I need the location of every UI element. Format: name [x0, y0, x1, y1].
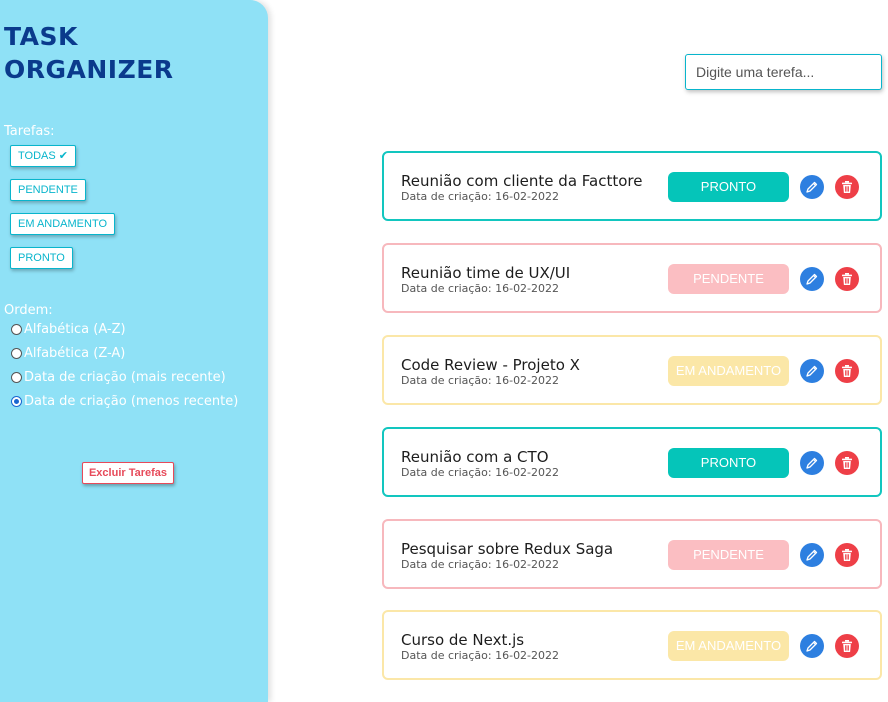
edit-button[interactable]	[800, 451, 824, 475]
filter-label: Tarefas:	[4, 124, 55, 139]
radio-button[interactable]	[11, 371, 22, 383]
delete-button[interactable]	[835, 359, 859, 383]
order-option-label: Data de criação (menos recente)	[24, 393, 239, 409]
order-option-za[interactable]: Alfabética (Z-A)	[11, 344, 125, 362]
order-option-label: Alfabética (Z-A)	[24, 345, 126, 361]
pencil-icon	[806, 365, 818, 377]
edit-button[interactable]	[800, 543, 824, 567]
app-title-line2: ORGANIZER	[4, 55, 174, 84]
task-card: Reunião com a CTO Data de criação: 16-02-…	[382, 427, 882, 497]
app-title: TASK ORGANIZER	[4, 20, 174, 86]
delete-button[interactable]	[835, 543, 859, 567]
pencil-icon	[806, 181, 818, 193]
edit-button[interactable]	[800, 359, 824, 383]
task-card: Reunião com cliente da Facttore Data de c…	[382, 151, 882, 221]
task-card: Pesquisar sobre Redux Saga Data de criaçã…	[382, 519, 882, 589]
task-date: Data de criação: 16-02-2022	[401, 649, 560, 662]
task-title: Curso de Next.js	[401, 631, 525, 649]
app-title-line1: TASK	[4, 22, 78, 51]
pencil-icon	[806, 640, 818, 652]
task-title: Pesquisar sobre Redux Saga	[401, 540, 614, 558]
order-option-label: Alfabética (A-Z)	[24, 321, 126, 337]
trash-icon	[842, 640, 852, 652]
order-option-date-oldest[interactable]: Data de criação (menos recente)	[11, 392, 238, 410]
radio-button[interactable]	[11, 347, 22, 359]
status-button[interactable]: EM ANDAMENTO	[668, 631, 789, 661]
order-option-label: Data de criação (mais recente)	[24, 369, 226, 385]
filter-em-andamento-button[interactable]: EM ANDAMENTO	[10, 213, 116, 235]
task-date: Data de criação: 16-02-2022	[401, 558, 560, 571]
task-date: Data de criação: 16-02-2022	[401, 374, 560, 387]
radio-button[interactable]	[11, 323, 22, 335]
task-date: Data de criação: 16-02-2022	[401, 190, 560, 203]
task-date: Data de criação: 16-02-2022	[401, 282, 560, 295]
delete-button[interactable]	[835, 451, 859, 475]
status-button[interactable]: PRONTO	[668, 172, 789, 202]
status-button[interactable]: PENDENTE	[668, 264, 789, 294]
edit-button[interactable]	[800, 175, 824, 199]
trash-icon	[842, 457, 852, 469]
edit-button[interactable]	[800, 267, 824, 291]
filter-todas-button[interactable]: TODAS ✔	[10, 145, 76, 167]
status-button[interactable]: PRONTO	[668, 448, 789, 478]
task-title: Reunião time de UX/UI	[401, 264, 571, 282]
edit-button[interactable]	[800, 634, 824, 658]
trash-icon	[842, 365, 852, 377]
pencil-icon	[806, 549, 818, 561]
delete-button[interactable]	[835, 634, 859, 658]
pencil-icon	[806, 273, 818, 285]
task-title: Code Review - Projeto X	[401, 356, 580, 374]
order-label: Ordem:	[4, 303, 53, 318]
trash-icon	[842, 273, 852, 285]
order-option-date-recent[interactable]: Data de criação (mais recente)	[11, 368, 226, 386]
task-input[interactable]	[685, 54, 882, 90]
task-date: Data de criação: 16-02-2022	[401, 466, 560, 479]
filter-pendente-button[interactable]: PENDENTE	[10, 179, 86, 201]
delete-button[interactable]	[835, 267, 859, 291]
status-button[interactable]: PENDENTE	[668, 540, 789, 570]
delete-all-tasks-button[interactable]: Excluir Tarefas	[82, 462, 174, 484]
pencil-icon	[806, 457, 818, 469]
filter-pronto-button[interactable]: PRONTO	[10, 247, 73, 269]
task-card: Reunião time de UX/UI Data de criação: 16…	[382, 243, 882, 313]
task-card: Code Review - Projeto X Data de criação: …	[382, 335, 882, 405]
delete-button[interactable]	[835, 175, 859, 199]
order-option-az[interactable]: Alfabética (A-Z)	[11, 320, 126, 338]
trash-icon	[842, 181, 852, 193]
trash-icon	[842, 549, 852, 561]
task-title: Reunião com cliente da Facttore	[401, 172, 643, 190]
task-title: Reunião com a CTO	[401, 448, 549, 466]
task-card: Curso de Next.js Data de criação: 16-02-2…	[382, 610, 882, 680]
sidebar: TASK ORGANIZER Tarefas: TODAS ✔ PENDENTE…	[0, 0, 268, 702]
status-button[interactable]: EM ANDAMENTO	[668, 356, 789, 386]
radio-button-checked[interactable]	[11, 395, 22, 407]
